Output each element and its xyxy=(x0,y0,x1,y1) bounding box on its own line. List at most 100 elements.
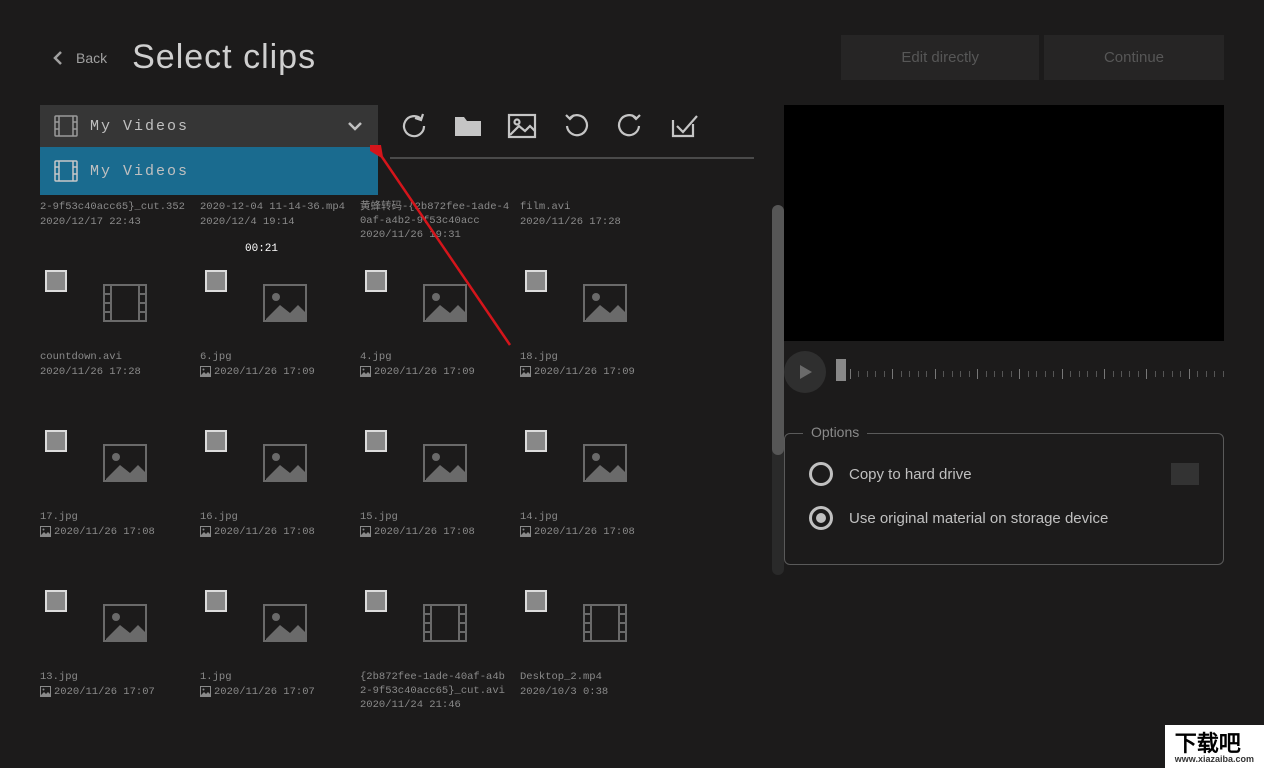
option-label: Copy to hard drive xyxy=(849,466,972,483)
right-panel: Options Copy to hard drive Use original … xyxy=(784,105,1224,565)
clip-checkbox[interactable] xyxy=(45,270,67,292)
back-button[interactable]: Back xyxy=(50,50,107,66)
clip-item[interactable]: 14.jpg2020/11/26 17:08 xyxy=(520,425,680,585)
timeline[interactable] xyxy=(836,357,1224,387)
clip-date: 2020/11/26 17:28 xyxy=(40,366,190,378)
clip-item[interactable]: 16.jpg2020/11/26 17:08 xyxy=(200,425,360,585)
option-use-original[interactable]: Use original material on storage device xyxy=(809,506,1199,530)
clip-thumbnail xyxy=(200,265,340,345)
clip-date: 2020/11/26 17:08 xyxy=(360,526,510,538)
clip-item[interactable]: 4.jpg2020/11/26 17:09 xyxy=(360,265,520,425)
clip-item[interactable]: 18.jpg2020/11/26 17:09 xyxy=(520,265,680,425)
edit-directly-button[interactable]: Edit directly xyxy=(841,35,1039,80)
clip-name: 18.jpg xyxy=(520,351,670,365)
clip-thumbnail xyxy=(40,265,180,345)
clip-thumbnail xyxy=(40,585,180,665)
watermark-text: 下载吧 xyxy=(1175,731,1241,756)
folder-dropdown-item-label: My Videos xyxy=(90,163,189,180)
continue-button[interactable]: Continue xyxy=(1044,35,1224,80)
play-button[interactable] xyxy=(784,351,826,393)
page-title: Select clips xyxy=(132,38,316,77)
clip-checkbox[interactable] xyxy=(525,270,547,292)
clip-item[interactable]: 1.jpg2020/11/26 17:07 xyxy=(200,585,360,745)
clip-name: 2020-12-04 11-14-36.mp4 xyxy=(200,201,350,215)
clip-date: 2020/12/4 19:14 xyxy=(200,216,350,228)
rotate-right-button[interactable] xyxy=(606,105,654,147)
clip-name: 6.jpg xyxy=(200,351,350,365)
clip-date: 2020/11/26 17:07 xyxy=(40,686,190,698)
select-all-button[interactable] xyxy=(660,105,708,147)
option-copy-to-drive[interactable]: Copy to hard drive xyxy=(809,462,1199,486)
scrollbar[interactable] xyxy=(772,205,784,575)
clip-thumbnail xyxy=(520,585,660,665)
film-icon xyxy=(54,160,78,182)
back-label: Back xyxy=(76,50,107,66)
clip-thumbnail xyxy=(360,585,500,665)
option-label: Use original material on storage device xyxy=(849,510,1108,527)
timeline-handle[interactable] xyxy=(836,359,846,381)
clip-name: film.avi xyxy=(520,201,670,215)
clip-item[interactable]: {2b872fee-1ade-40af-a4b2-9f53c40acc65}_c… xyxy=(360,585,520,745)
clip-date: 2020/11/26 19:31 xyxy=(360,229,510,241)
scrollbar-thumb[interactable] xyxy=(772,205,784,455)
film-icon xyxy=(54,115,78,137)
clip-thumbnail xyxy=(360,265,500,345)
rotate-left-button[interactable] xyxy=(552,105,600,147)
refresh-icon xyxy=(399,111,429,141)
folder-dropdown-item[interactable]: My Videos xyxy=(40,147,378,195)
clip-thumbnail xyxy=(520,265,660,345)
clip-checkbox[interactable] xyxy=(205,590,227,612)
clip-checkbox[interactable] xyxy=(205,270,227,292)
folder-dropdown[interactable]: My Videos xyxy=(40,105,378,147)
clip-date: 2020/11/26 17:08 xyxy=(40,526,190,538)
clip-item[interactable]: countdown.avi2020/11/26 17:28 xyxy=(40,265,200,425)
toolbar xyxy=(390,105,708,147)
clip-date: 2020/11/26 17:07 xyxy=(200,686,350,698)
options-legend: Options xyxy=(803,424,867,440)
clip-checkbox[interactable] xyxy=(45,590,67,612)
open-folder-button[interactable] xyxy=(444,105,492,147)
clip-name: 13.jpg xyxy=(40,671,190,685)
clip-item[interactable]: 17.jpg2020/11/26 17:08 xyxy=(40,425,200,585)
clip-date: 2020/11/26 17:09 xyxy=(520,366,670,378)
folder-icon xyxy=(453,112,483,140)
clip-checkbox[interactable] xyxy=(365,590,387,612)
clip-item[interactable]: Desktop_2.mp42020/10/3 0:38 xyxy=(520,585,680,745)
clip-checkbox[interactable] xyxy=(205,430,227,452)
clip-name: 14.jpg xyxy=(520,511,670,525)
clips-grid: countdown.avi2020/11/26 17:286.jpg2020/1… xyxy=(40,265,740,745)
header-buttons: Edit directly Continue xyxy=(841,35,1224,80)
clip-checkbox[interactable] xyxy=(45,430,67,452)
rotate-right-icon xyxy=(616,112,644,140)
clip-thumbnail xyxy=(40,425,180,505)
clip-name: 1.jpg xyxy=(200,671,350,685)
image-view-button[interactable] xyxy=(498,105,546,147)
clip-item[interactable]: 15.jpg2020/11/26 17:08 xyxy=(360,425,520,585)
clip-thumbnail xyxy=(200,585,340,665)
refresh-button[interactable] xyxy=(390,105,438,147)
clip-date: 2020/11/26 17:28 xyxy=(520,216,670,228)
header: Back Select clips Edit directly Continue xyxy=(0,0,1264,105)
check-all-icon xyxy=(669,112,699,140)
clip-date: 2020/11/26 17:08 xyxy=(200,526,350,538)
options-panel: Options Copy to hard drive Use original … xyxy=(784,433,1224,565)
clip-checkbox[interactable] xyxy=(525,590,547,612)
folder-selected-label: My Videos xyxy=(90,118,189,135)
watermark: 下载吧 www.xiazaiba.com xyxy=(1165,725,1264,768)
clip-checkbox[interactable] xyxy=(365,270,387,292)
radio-unchecked[interactable] xyxy=(809,462,833,486)
radio-checked[interactable] xyxy=(809,506,833,530)
clip-checkbox[interactable] xyxy=(365,430,387,452)
grid-row-1: 2-9f53c40acc65}_cut.352 2020/12/17 22:43… xyxy=(40,195,680,241)
clip-thumbnail xyxy=(520,425,660,505)
clip-date: 2020/11/26 17:09 xyxy=(200,366,350,378)
clip-checkbox[interactable] xyxy=(525,430,547,452)
clip-duration: 00:21 xyxy=(245,243,278,255)
preview-window xyxy=(784,105,1224,341)
chevron-down-icon xyxy=(346,119,364,133)
toolbar-divider xyxy=(390,157,754,159)
timeline-ticks xyxy=(850,371,1224,379)
clip-item[interactable]: 13.jpg2020/11/26 17:07 xyxy=(40,585,200,745)
clip-item[interactable]: 6.jpg2020/11/26 17:09 xyxy=(200,265,360,425)
browse-folder-button[interactable] xyxy=(1171,463,1199,485)
